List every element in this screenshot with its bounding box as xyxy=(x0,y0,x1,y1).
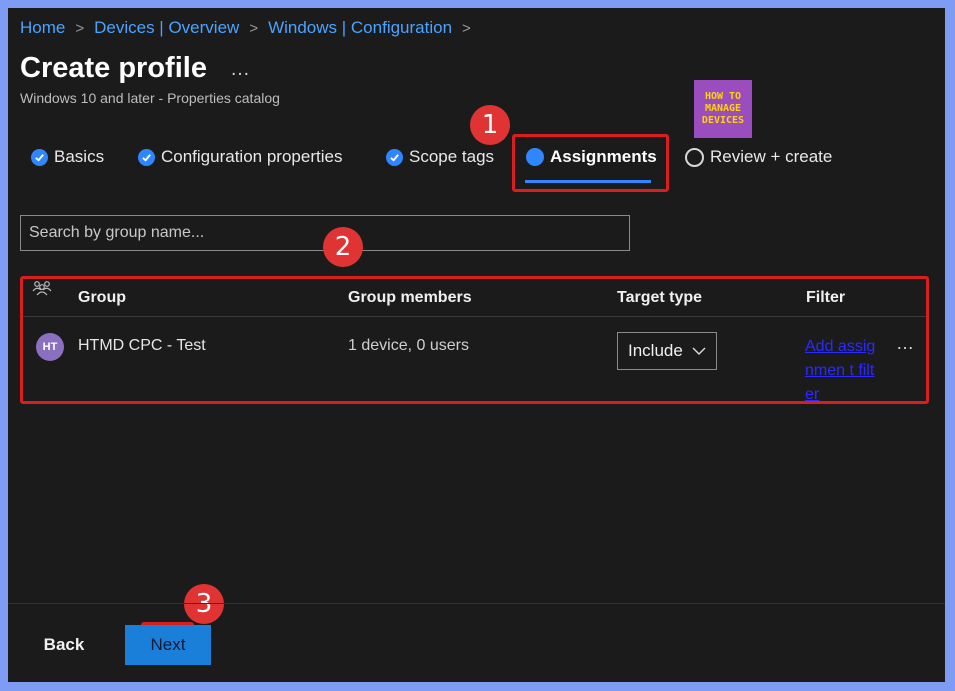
page-title: Create profile xyxy=(20,52,207,84)
tab-label: Scope tags xyxy=(409,147,495,166)
checkmark-icon xyxy=(31,148,48,166)
pending-step-icon xyxy=(685,147,704,167)
tab-scope-tags[interactable]: Scope tags xyxy=(386,143,494,171)
next-button[interactable]: Next xyxy=(125,625,211,665)
tab-basics[interactable]: Basics xyxy=(31,143,104,171)
app-frame: Home > Devices | Overview > Windows | Co… xyxy=(8,8,945,682)
highlight-assignments-table xyxy=(20,276,929,404)
tab-label: Configuration properties xyxy=(161,147,343,166)
highlight-assignments-tab xyxy=(512,134,669,192)
checkmark-icon xyxy=(138,148,155,166)
breadcrumb-windows-configuration[interactable]: Windows | Configuration xyxy=(268,18,452,38)
chevron-right-icon: > xyxy=(75,19,85,37)
logo-line: MANAGE xyxy=(704,103,742,114)
chevron-right-icon: > xyxy=(249,19,259,37)
footer-divider xyxy=(8,603,945,604)
breadcrumb-home[interactable]: Home xyxy=(20,18,65,38)
step-badge-1: 1 xyxy=(470,105,510,145)
tab-label: Basics xyxy=(54,147,105,166)
more-options-icon[interactable]: … xyxy=(230,58,251,81)
tab-label: Review + create xyxy=(710,147,833,166)
tab-configuration-properties[interactable]: Configuration properties xyxy=(138,143,342,171)
logo-line: HOW TO xyxy=(704,91,742,102)
how-to-manage-devices-logo: HOW TO MANAGE DEVICES xyxy=(694,80,752,138)
step-badge-2: 2 xyxy=(323,227,363,267)
chevron-right-icon: > xyxy=(462,19,471,37)
tab-review-create[interactable]: Review + create xyxy=(685,143,832,171)
step-badge-3: 3 xyxy=(184,584,224,624)
breadcrumb: Home > Devices | Overview > Windows | Co… xyxy=(20,18,471,38)
logo-line: DEVICES xyxy=(701,115,745,126)
breadcrumb-devices-overview[interactable]: Devices | Overview xyxy=(94,18,239,38)
checkmark-icon xyxy=(386,148,403,166)
page-subtitle: Windows 10 and later - Properties catalo… xyxy=(20,90,280,106)
back-button[interactable]: Back xyxy=(30,626,98,664)
